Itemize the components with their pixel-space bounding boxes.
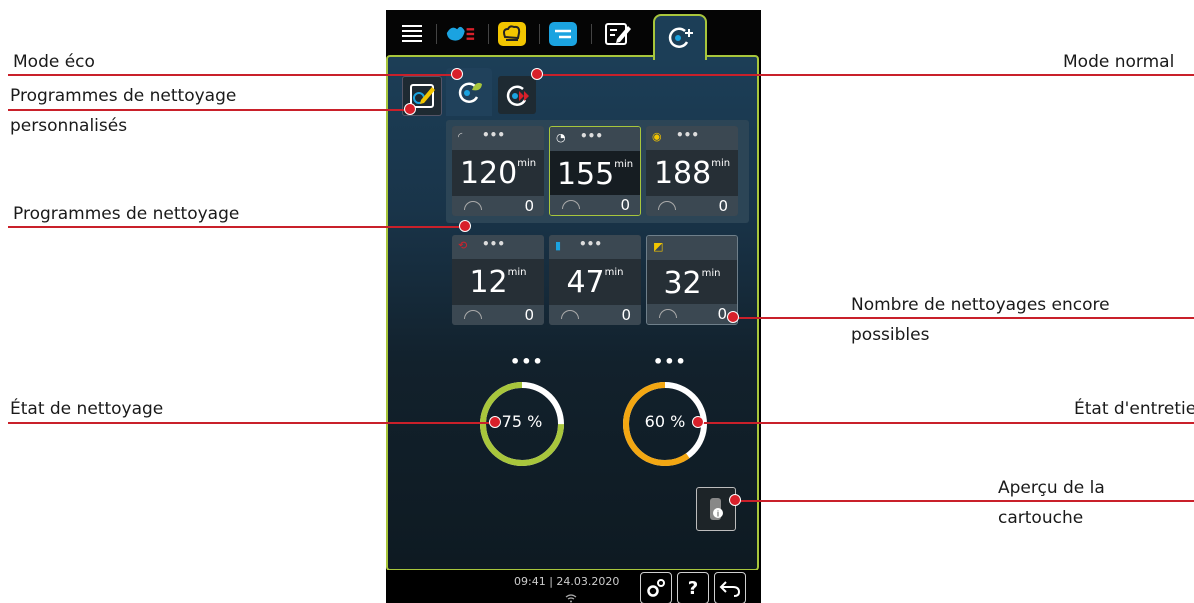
edit-program-icon[interactable]: [602, 18, 634, 50]
grill-cleaning-icon: ◩: [653, 240, 664, 253]
annotation-normal-mode: Mode normal: [1063, 52, 1175, 72]
program-card-selected[interactable]: ◔ ••• 155 min 0: [549, 126, 641, 216]
cartridge-overview-button[interactable]: i: [696, 487, 736, 531]
annotation-cartridge-cont: cartouche: [998, 508, 1084, 528]
care-state-menu[interactable]: •••: [653, 352, 687, 371]
descaling-icon: ▮: [555, 239, 562, 252]
annotation-cleaning-programs: Programmes de nettoyage: [13, 204, 240, 224]
program-card[interactable]: ◜ ••• 120 min 0: [452, 126, 544, 216]
programs-icon[interactable]: [547, 18, 579, 50]
annotation-remaining-cleanings: Nombre de nettoyages encore: [851, 295, 1110, 315]
settings-button[interactable]: [640, 572, 672, 603]
gauge-icon: [464, 310, 482, 319]
program-duration: 32: [663, 265, 702, 301]
duration-unit: min: [604, 267, 624, 278]
card-menu-button[interactable]: •••: [580, 129, 603, 143]
remaining-count: 0: [621, 306, 631, 324]
card-menu-button[interactable]: •••: [579, 237, 602, 251]
marker-dot: [729, 494, 741, 506]
rinse-icon: ◜: [458, 130, 463, 143]
marker-dot: [692, 416, 704, 428]
program-duration: 188: [653, 155, 712, 191]
svg-text:i: i: [717, 510, 719, 519]
duration-unit: min: [517, 158, 537, 169]
cleaning-state-menu[interactable]: •••: [510, 352, 544, 371]
help-button[interactable]: ?: [677, 572, 709, 603]
marker-dot: [531, 68, 543, 80]
program-duration: 155: [556, 156, 615, 192]
clock-date: 09:41 | 24.03.2020: [514, 575, 620, 588]
gauge-icon: [658, 201, 676, 210]
annotation-cleaning-state: État de nettoyage: [10, 399, 164, 419]
back-arrow-icon: [719, 581, 741, 597]
duration-unit: min: [711, 158, 731, 169]
remaining-count: 0: [717, 305, 727, 323]
program-duration: 47: [566, 264, 605, 300]
remaining-count: 0: [524, 306, 534, 324]
bottom-bar: 09:41 | 24.03.2020 ?: [386, 570, 761, 603]
annotation-care-state: État d'entretien: [1074, 399, 1194, 419]
annotation-eco-mode: Mode éco: [13, 52, 95, 72]
normal-mode-icon: [506, 85, 529, 107]
duration-unit: min: [507, 267, 527, 278]
gear-icon: [647, 579, 665, 597]
program-card[interactable]: ▮ ••• 47 min 0: [549, 235, 641, 325]
card-menu-button[interactable]: •••: [482, 128, 505, 142]
tab-cleaning[interactable]: [653, 14, 707, 60]
cleaning-icon: [668, 27, 693, 49]
back-button[interactable]: [714, 572, 746, 603]
menu-list-icon[interactable]: [396, 18, 428, 50]
annotation-custom-programs-cont: personnalisés: [10, 116, 128, 136]
annotation-remaining-cleanings-cont: possibles: [851, 325, 930, 345]
remaining-count: 0: [620, 196, 630, 214]
normal-mode-tab[interactable]: [498, 76, 536, 114]
marker-dot: [489, 416, 501, 428]
cartridge-icon: i: [710, 498, 723, 520]
eco-mode-icon: [458, 82, 482, 104]
duration-unit: min: [614, 159, 634, 170]
annotation-cartridge: Aperçu de la: [998, 478, 1105, 498]
marker-dot: [727, 311, 739, 323]
program-duration: 12: [469, 264, 508, 300]
gauge-icon: [464, 201, 482, 210]
card-menu-button[interactable]: •••: [482, 237, 505, 251]
marker-dot: [459, 220, 471, 232]
marker-dot: [451, 68, 463, 80]
program-card[interactable]: ◉ ••• 188 min 0: [646, 126, 738, 216]
rinse-without-tab-icon: ⟲: [458, 239, 468, 252]
duration-unit: min: [701, 268, 721, 279]
annotation-custom-programs: Programmes de nettoyage: [10, 86, 237, 106]
gauge-icon: [659, 309, 677, 318]
program-card[interactable]: ⟲ ••• 12 min 0: [452, 235, 544, 325]
program-card[interactable]: ◩ 32 min 0: [646, 235, 738, 325]
cooking-paths-icon[interactable]: [444, 18, 476, 50]
light-cleaning-icon: ◔: [556, 131, 566, 144]
remaining-count: 0: [718, 197, 728, 215]
chef-hat-icon[interactable]: [496, 18, 528, 50]
gauge-icon: [561, 310, 579, 319]
card-menu-button[interactable]: •••: [676, 128, 699, 142]
gauge-icon: [562, 200, 580, 209]
question-icon: ?: [687, 577, 699, 599]
device-screen: ◜ ••• 120 min 0 ◔ ••• 155 min 0 ◉ ••• 188 min …: [386, 10, 761, 603]
program-duration: 120: [459, 155, 518, 191]
wifi-icon: [565, 594, 577, 603]
strong-cleaning-icon: ◉: [652, 130, 662, 143]
remaining-count: 0: [524, 197, 534, 215]
marker-dot: [404, 103, 416, 115]
